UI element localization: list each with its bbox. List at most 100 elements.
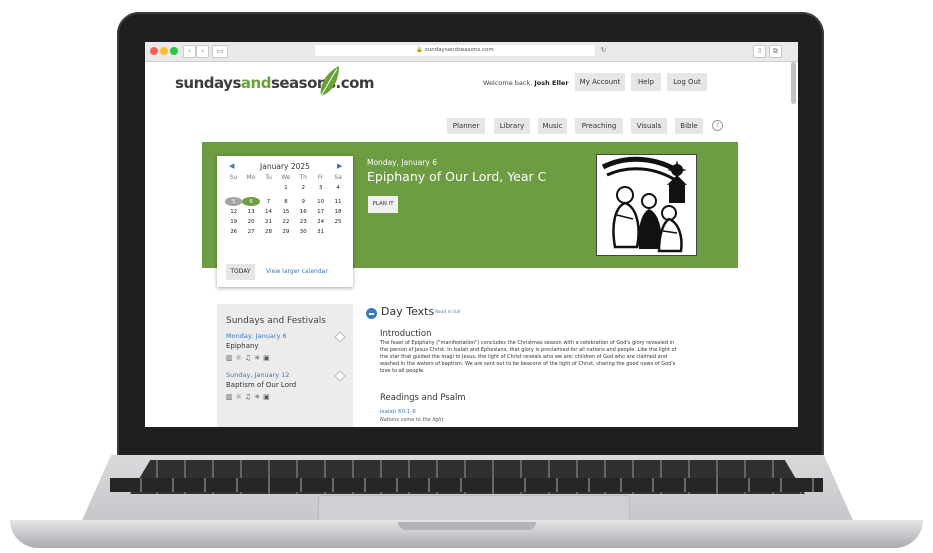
panel-title: Sundays and Festivals xyxy=(226,316,326,326)
asterisk-icon[interactable]: ✳ xyxy=(254,354,263,362)
nav-preaching[interactable]: Preaching xyxy=(575,118,623,134)
diamond-icon[interactable] xyxy=(334,370,346,382)
log-out-button[interactable]: Log Out xyxy=(667,73,707,91)
calendar-day[interactable]: 11 xyxy=(329,197,346,207)
calendar-day[interactable]: 1 xyxy=(277,183,294,193)
address-bar[interactable]: 🔒 sundaysandseasons.com xyxy=(315,45,595,56)
calendar-day[interactable]: 21 xyxy=(260,217,277,227)
calendar-day[interactable]: 23 xyxy=(295,217,312,227)
keyboard-keys-row xyxy=(110,478,823,492)
calendar-day[interactable] xyxy=(329,227,346,237)
calendar-day[interactable]: 17 xyxy=(312,207,329,217)
calendar-day[interactable]: 31 xyxy=(312,227,329,237)
minimize-window-dot[interactable] xyxy=(160,47,168,55)
calendar-day[interactable]: 22 xyxy=(277,217,294,227)
tabs-icon[interactable]: ⧉ xyxy=(769,45,782,58)
calendar-day[interactable]: 19 xyxy=(225,217,242,227)
help-button[interactable]: Help xyxy=(631,73,661,91)
entry-resource-icons[interactable]: ▥☼♫✳▣ xyxy=(226,393,273,401)
entry-name: Epiphany xyxy=(226,342,259,350)
welcome-prefix: Welcome back, xyxy=(483,79,533,87)
calendar-day[interactable]: 24 xyxy=(312,217,329,227)
calendar-day[interactable]: 27 xyxy=(242,227,259,237)
calendar-day[interactable]: 18 xyxy=(329,207,346,217)
calendar-day[interactable]: 2 xyxy=(295,183,312,193)
calendar-day[interactable] xyxy=(225,183,242,193)
calendar-day[interactable]: 26 xyxy=(225,227,242,237)
book-icon[interactable]: ▥ xyxy=(226,393,236,401)
epiphany-artwork xyxy=(596,154,697,256)
calendar-day-selected[interactable]: 6 xyxy=(242,197,260,206)
image-icon[interactable]: ▣ xyxy=(263,354,273,362)
forward-icon[interactable]: › xyxy=(196,45,209,58)
calendar-week: 5 6 7 8 9 10 11 xyxy=(225,197,347,207)
calendar-day[interactable]: 4 xyxy=(329,183,346,193)
help-question-icon[interactable]: ? xyxy=(712,120,723,131)
readings-heading: Readings and Psalm xyxy=(380,393,466,403)
image-icon[interactable]: ▣ xyxy=(263,393,273,401)
calendar-day[interactable]: 15 xyxy=(277,207,294,217)
nav-library[interactable]: Library xyxy=(494,118,530,134)
weekday-label: Th xyxy=(299,174,307,181)
weekday-label: Sa xyxy=(334,174,342,181)
maximize-window-dot[interactable] xyxy=(170,47,178,55)
calendar-day[interactable]: 9 xyxy=(295,197,312,207)
entry-date-link[interactable]: Sunday, January 12 xyxy=(226,371,289,379)
calendar-week: 26 27 28 29 30 31 xyxy=(225,227,347,237)
diamond-icon[interactable] xyxy=(334,331,346,343)
nav-bible[interactable]: Bible xyxy=(675,118,703,134)
calendar-day[interactable]: 12 xyxy=(225,207,242,217)
calendar-grid: Su Mo Tu We Th Fr Sa 1 2 3 4 5 6 7 8 9 1… xyxy=(225,173,347,237)
leaf-logo-icon xyxy=(320,66,339,97)
intro-heading: Introduction xyxy=(380,329,432,339)
music-note-icon[interactable]: ♫ xyxy=(245,393,254,401)
close-window-dot[interactable] xyxy=(150,47,158,55)
music-note-icon[interactable]: ♫ xyxy=(245,354,254,362)
calendar-day[interactable]: 16 xyxy=(295,207,312,217)
trackpad xyxy=(318,495,630,521)
entry-resource-icons[interactable]: ▥☼♫✳▣ xyxy=(226,354,273,362)
reload-icon[interactable]: ↻ xyxy=(598,45,609,56)
calendar-day[interactable]: 30 xyxy=(295,227,312,237)
calendar-day-marked[interactable]: 5 xyxy=(225,197,243,206)
calendar-day[interactable] xyxy=(242,183,259,193)
asterisk-icon[interactable]: ✳ xyxy=(254,393,263,401)
calendar-day[interactable]: 6 xyxy=(242,197,260,207)
book-icon[interactable]: ▥ xyxy=(226,354,236,362)
collapse-icon[interactable] xyxy=(366,308,377,319)
nav-planner[interactable]: Planner xyxy=(447,118,485,134)
calendar-day[interactable] xyxy=(260,183,277,193)
plan-it-button[interactable]: PLAN IT xyxy=(368,196,398,213)
calendar-day[interactable]: 29 xyxy=(277,227,294,237)
nav-visuals[interactable]: Visuals xyxy=(631,118,667,134)
nav-music[interactable]: Music xyxy=(538,118,567,134)
calendar-day[interactable]: 5 xyxy=(225,197,243,207)
share-icon[interactable]: ⇧ xyxy=(753,45,766,58)
scrollbar[interactable] xyxy=(791,62,796,104)
laptop-notch xyxy=(398,522,536,530)
today-button[interactable]: TODAY xyxy=(226,264,255,280)
calendar-day[interactable]: 7 xyxy=(260,197,277,207)
weekday-label: Su xyxy=(229,174,238,181)
my-account-button[interactable]: My Account xyxy=(575,73,625,91)
next-month-icon[interactable]: ▶ xyxy=(337,162,342,170)
calendar-day[interactable]: 8 xyxy=(277,197,294,207)
sidebar-toggle-icon[interactable]: ▭ xyxy=(212,45,228,58)
read-in-full-link[interactable]: Read in full xyxy=(435,310,460,315)
entry-date-link[interactable]: Monday, January 6 xyxy=(226,332,287,340)
reading-link[interactable]: Isaiah 60:1-6 xyxy=(380,409,416,415)
calendar-day[interactable]: 20 xyxy=(242,217,259,227)
calendar-day[interactable]: 13 xyxy=(242,207,259,217)
calendar-day[interactable]: 25 xyxy=(329,217,346,227)
calendar-day[interactable]: 28 xyxy=(260,227,277,237)
calendar-month: January 2025 xyxy=(260,162,310,171)
sun-icon[interactable]: ☼ xyxy=(236,393,245,401)
calendar-day[interactable]: 3 xyxy=(312,183,329,193)
site-logo[interactable]: sundaysandseasons.com xyxy=(175,74,375,92)
calendar-day[interactable]: 10 xyxy=(312,197,329,207)
back-icon[interactable]: ‹ xyxy=(183,45,196,58)
calendar-day[interactable]: 14 xyxy=(260,207,277,217)
hero-date: Monday, January 6 xyxy=(367,158,437,167)
sun-icon[interactable]: ☼ xyxy=(236,354,245,362)
view-larger-calendar-link[interactable]: View larger calendar xyxy=(266,268,328,275)
